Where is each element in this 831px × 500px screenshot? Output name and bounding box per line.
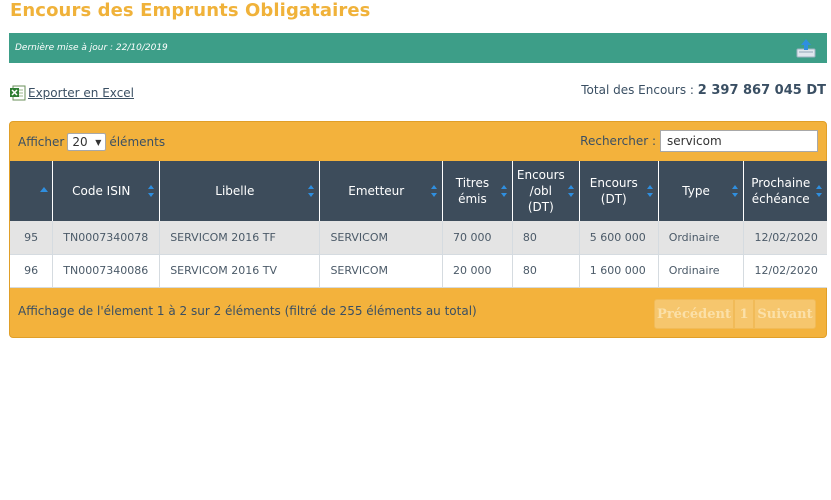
page-size-control: Afficher 20 ▼ éléments <box>18 133 165 151</box>
sort-asc-icon <box>40 187 49 192</box>
sort-icon <box>646 185 653 197</box>
export-excel-link[interactable]: Exporter en Excel <box>10 85 134 101</box>
sort-icon <box>567 185 574 197</box>
cell-titres: 70 000 <box>442 221 513 255</box>
cell-titres: 20 000 <box>442 254 513 288</box>
cell-encours: 1 600 000 <box>579 254 659 288</box>
cell-type: Ordinaire <box>658 221 745 255</box>
column-header-encours-obl[interactable]: Encours /obl (DT) <box>512 161 580 221</box>
cell-isin: TN0007340086 <box>52 254 161 288</box>
search-control: Rechercher : <box>580 130 818 152</box>
cell-libelle: SERVICOM 2016 TF <box>159 221 321 255</box>
cell-index: 96 <box>10 254 54 288</box>
sort-icon <box>816 185 822 197</box>
page-size-value: 20 <box>72 135 88 149</box>
total-encours: Total des Encours : 2 397 867 045 DT <box>581 83 826 98</box>
update-bar: Dernière mise à jour : 22/10/2019 <box>9 33 827 63</box>
table-header-row: Code ISIN Libelle Emetteur Titres émis E… <box>10 161 827 221</box>
sort-icon <box>148 185 155 197</box>
sort-icon <box>500 185 507 197</box>
total-value: 2 397 867 045 DT <box>697 83 826 98</box>
data-table-panel: Afficher 20 ▼ éléments Rechercher : Code… <box>9 121 827 338</box>
total-label: Total des Encours : <box>581 83 694 97</box>
chevron-down-icon: ▼ <box>95 137 102 147</box>
table-row[interactable]: 96 TN0007340086 SERVICOM 2016 TV SERVICO… <box>10 254 827 288</box>
sort-icon <box>431 185 438 197</box>
column-header-echeance[interactable]: Prochaine échéance <box>743 161 827 221</box>
previous-button[interactable]: Précédent <box>654 299 734 329</box>
export-label[interactable]: Exporter en Excel <box>28 86 134 100</box>
update-date-text: Dernière mise à jour : 22/10/2019 <box>15 43 168 53</box>
page-size-select[interactable]: 20 ▼ <box>67 133 107 151</box>
bonds-table: Code ISIN Libelle Emetteur Titres émis E… <box>10 161 827 288</box>
cell-index: 95 <box>10 221 54 255</box>
cell-type: Ordinaire <box>658 254 745 288</box>
table-row[interactable]: 95 TN0007340078 SERVICOM 2016 TF SERVICO… <box>10 221 827 255</box>
pagination: Précédent 1 Suivant <box>654 299 816 329</box>
column-header-libelle[interactable]: Libelle <box>159 161 321 221</box>
column-header-emetteur[interactable]: Emetteur <box>319 161 444 221</box>
table-info: Affichage de l'élement 1 à 2 sur 2 éléme… <box>18 304 477 318</box>
column-header-titres[interactable]: Titres émis <box>442 161 513 221</box>
cell-echeance: 12/02/2020 <box>743 221 827 255</box>
cell-isin: TN0007340078 <box>52 221 161 255</box>
cell-emetteur: SERVICOM <box>319 254 444 288</box>
column-header-encours[interactable]: Encours (DT) <box>579 161 659 221</box>
cell-encours-obl: 80 <box>512 221 580 255</box>
sort-icon <box>308 185 315 197</box>
page-title: Encours des Emprunts Obligataires <box>10 0 371 21</box>
cell-libelle: SERVICOM 2016 TV <box>159 254 321 288</box>
column-header-index[interactable] <box>10 161 54 221</box>
cell-echeance: 12/02/2020 <box>743 254 827 288</box>
show-prefix: Afficher <box>18 135 65 149</box>
cell-encours: 5 600 000 <box>579 221 659 255</box>
page-1-button[interactable]: 1 <box>734 299 754 329</box>
upload-icon[interactable] <box>795 37 817 59</box>
next-button[interactable]: Suivant <box>754 299 816 329</box>
cell-encours-obl: 80 <box>512 254 580 288</box>
column-header-type[interactable]: Type <box>658 161 745 221</box>
show-suffix: éléments <box>109 135 166 149</box>
column-header-isin[interactable]: Code ISIN <box>52 161 161 221</box>
search-input[interactable] <box>660 130 818 152</box>
cell-emetteur: SERVICOM <box>319 221 444 255</box>
search-label: Rechercher : <box>580 134 656 148</box>
excel-icon <box>10 85 26 101</box>
sort-icon <box>732 185 739 197</box>
